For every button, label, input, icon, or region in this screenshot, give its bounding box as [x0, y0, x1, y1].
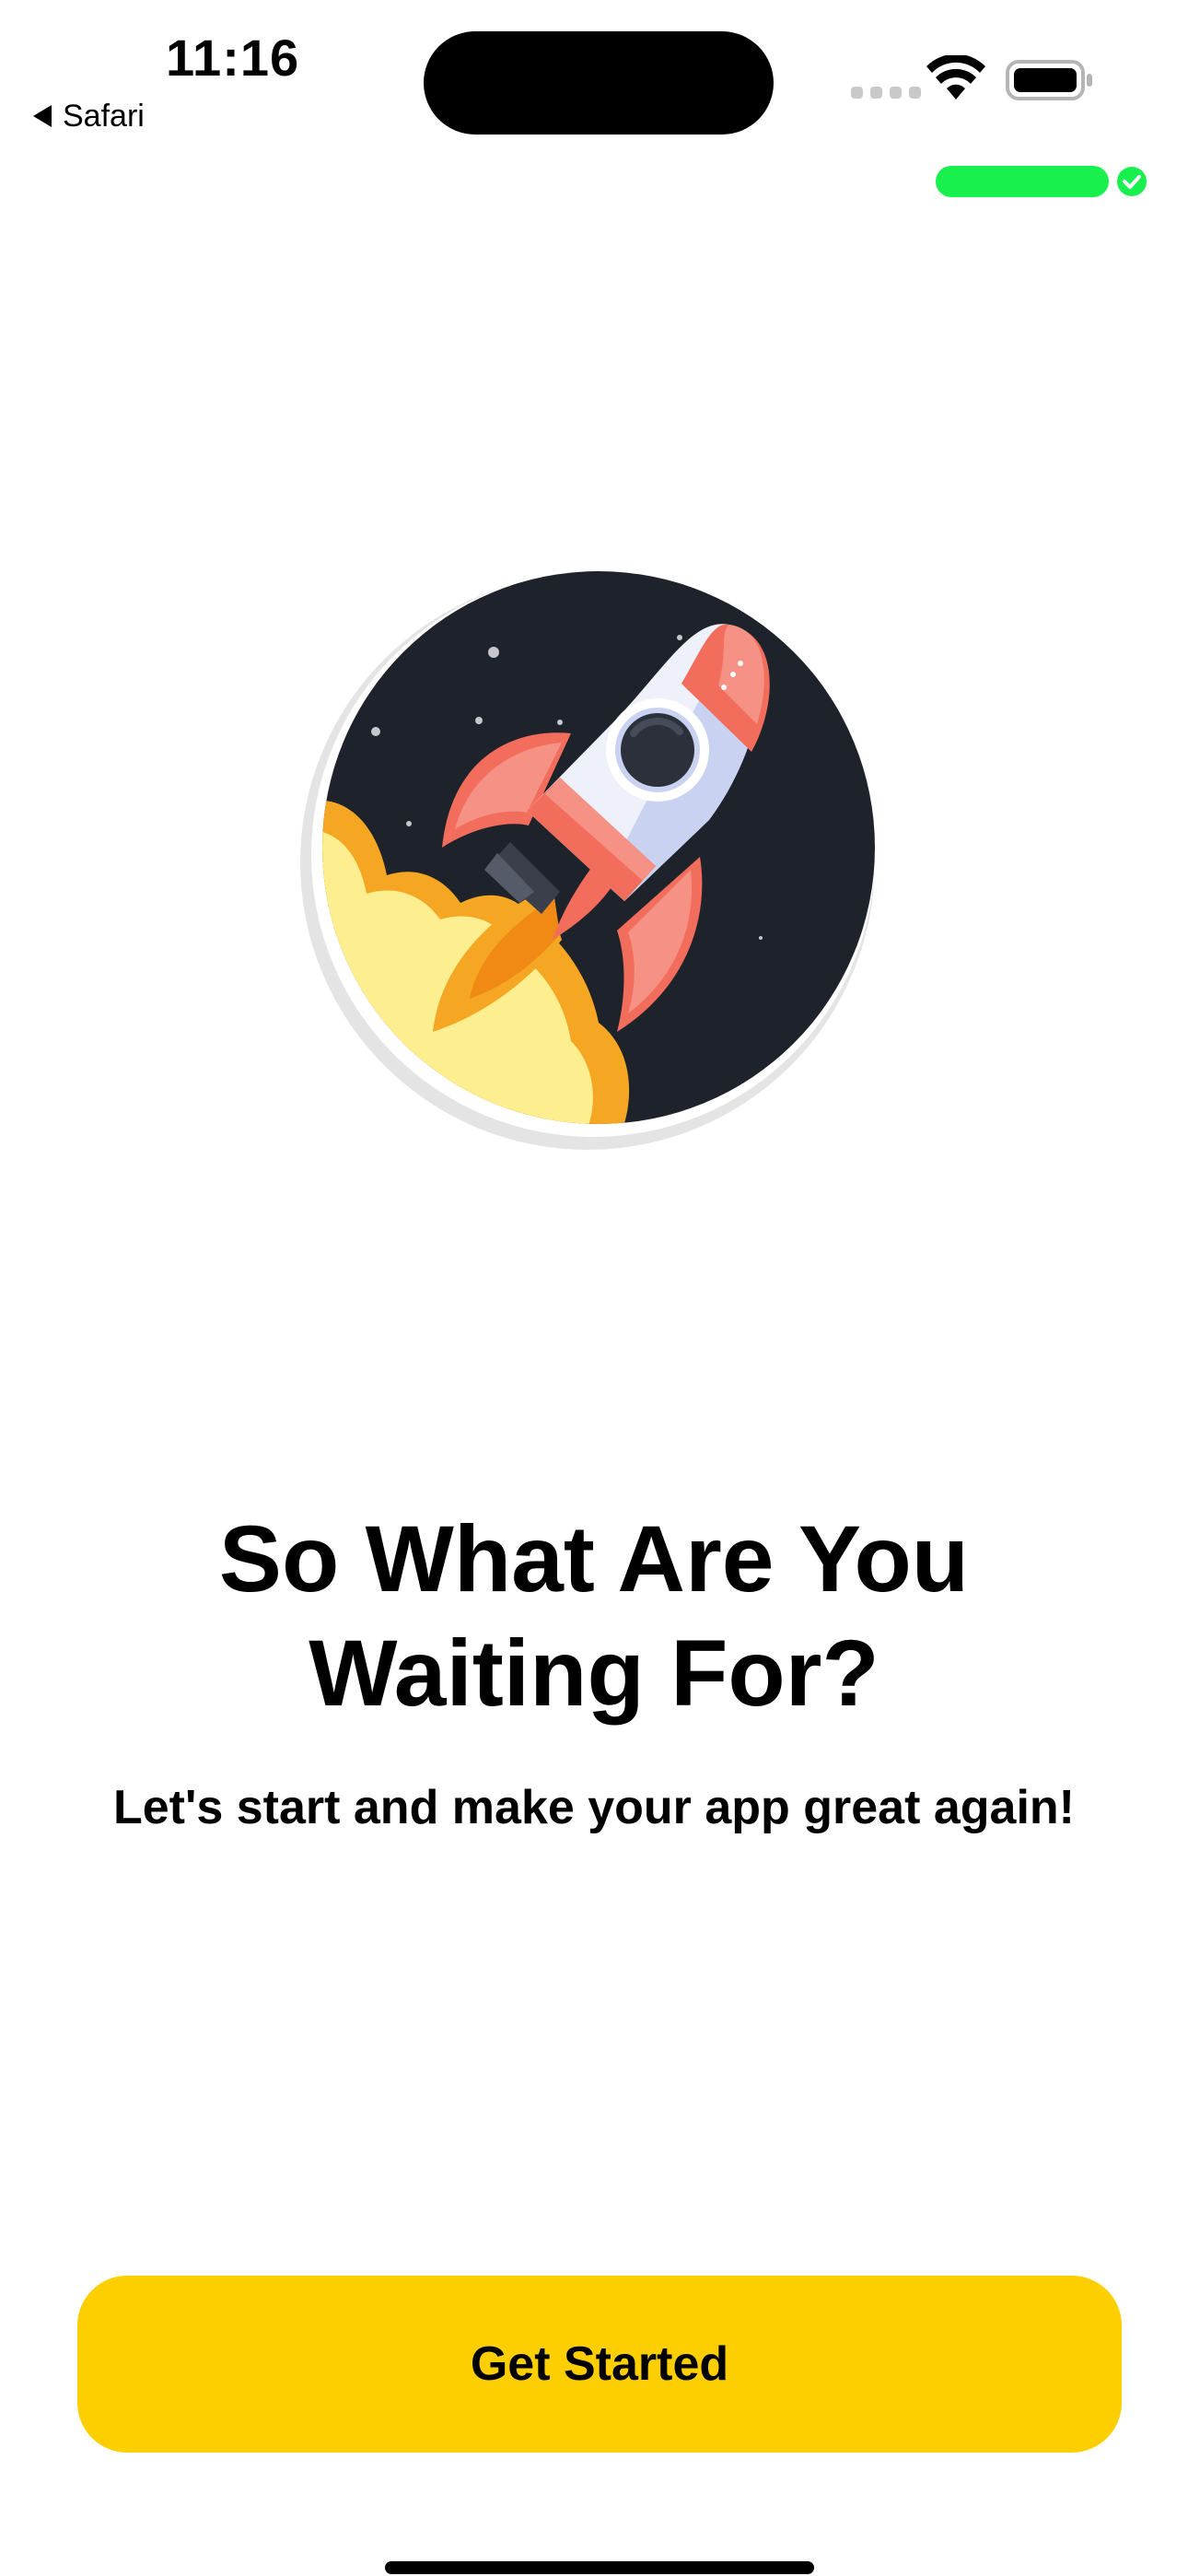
screen-recording-indicator [936, 166, 1109, 197]
page-title-line-2: Waiting For? [309, 1621, 879, 1726]
cellular-signal-icon [851, 87, 921, 99]
wifi-icon [926, 55, 985, 100]
checkmark-icon [1117, 167, 1147, 196]
home-indicator[interactable] [385, 2561, 814, 2574]
get-started-button[interactable]: Get Started [77, 2276, 1122, 2453]
onboarding-screen: 11:16 Safari So What Are You Waiting For… [0, 0, 1188, 2576]
page-subtitle: Let's start and make your app great agai… [113, 1781, 1075, 1834]
status-time: 11:16 [166, 29, 300, 87]
rocket-illustration [300, 571, 875, 1150]
battery-icon [1006, 60, 1092, 100]
dynamic-island [424, 31, 774, 135]
page-title: So What Are You Waiting For? [0, 1502, 1188, 1730]
page-title-line-1: So What Are You [218, 1506, 970, 1611]
back-arrow-icon [33, 105, 52, 127]
back-to-safari-link[interactable]: Safari [33, 96, 145, 136]
back-link-label: Safari [63, 98, 145, 134]
